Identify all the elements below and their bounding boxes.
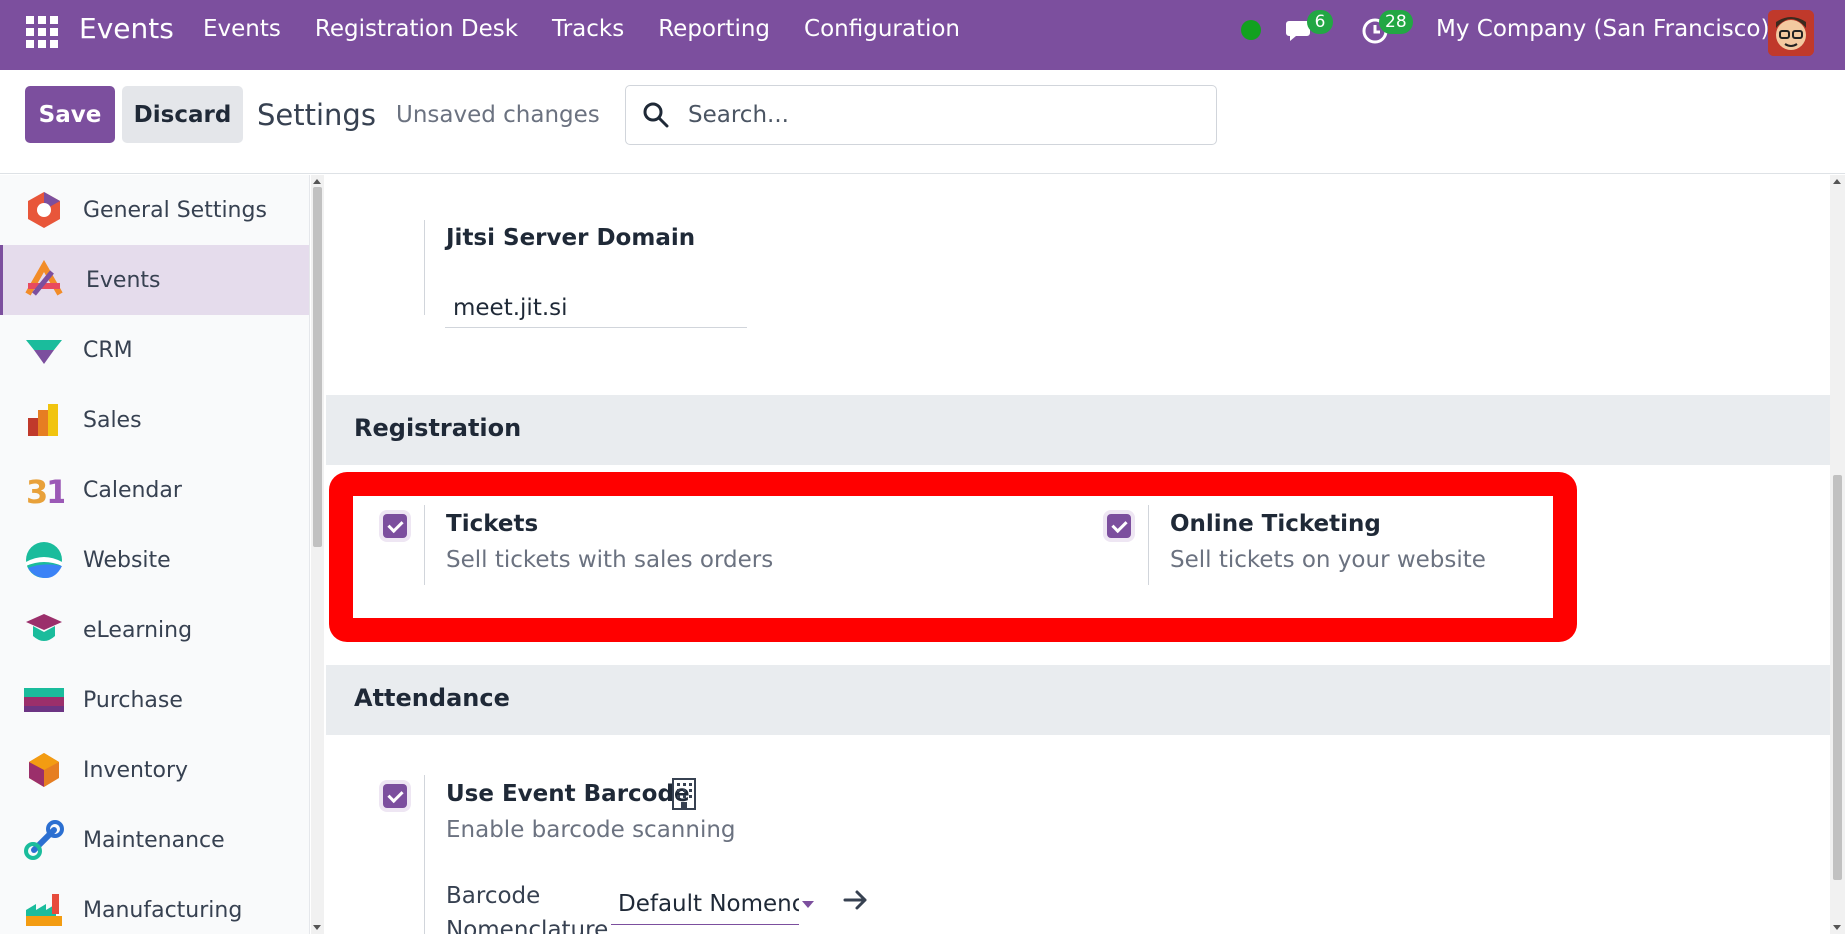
attendance-section-title: Attendance	[354, 684, 510, 712]
sidebar-item-calendar[interactable]: 3 1 Calendar	[0, 455, 309, 525]
sidebar-item-label: Purchase	[83, 687, 183, 713]
attendance-section-header: Attendance	[326, 665, 1830, 735]
event-barcode-label: Use Event Barcode	[446, 781, 690, 807]
main-scrollbar[interactable]	[1830, 175, 1845, 934]
app-brand[interactable]: Events	[79, 12, 174, 45]
sidebar-item-label: Maintenance	[83, 827, 225, 853]
svg-text:3: 3	[26, 473, 48, 510]
sidebar-scrollbar[interactable]	[311, 175, 324, 934]
sidebar-item-label: Website	[83, 547, 171, 573]
sidebar-item-manufacturing[interactable]: Manufacturing	[0, 875, 309, 934]
sidebar-item-label: CRM	[83, 337, 133, 363]
discard-button[interactable]: Discard	[122, 86, 243, 143]
building-icon	[672, 778, 696, 810]
sidebar-item-purchase[interactable]: Purchase	[0, 665, 309, 735]
sidebar-item-general-settings[interactable]: General Settings	[0, 175, 309, 245]
sidebar-item-inventory[interactable]: Inventory	[0, 735, 309, 805]
dropdown-caret-icon	[802, 901, 814, 908]
website-icon	[26, 542, 62, 578]
chat-count-badge: 6	[1307, 10, 1333, 34]
sidebar-item-events[interactable]: Events	[0, 245, 309, 315]
scroll-up-arrow-icon[interactable]	[1833, 179, 1841, 184]
setting-divider	[424, 775, 425, 934]
jitsi-domain-label: Jitsi Server Domain	[446, 225, 696, 251]
company-switcher[interactable]: My Company (San Francisco)	[1436, 16, 1769, 42]
menu-reporting[interactable]: Reporting	[658, 16, 770, 42]
barcode-nomenclature-label-line2: Nomenclature	[446, 917, 609, 934]
setting-divider	[424, 220, 425, 315]
sidebar-item-label: Inventory	[83, 757, 189, 783]
events-icon	[25, 260, 63, 296]
search-icon	[643, 102, 669, 128]
general-settings-icon	[28, 192, 60, 228]
registration-section-title: Registration	[354, 414, 522, 442]
sidebar-item-label: Manufacturing	[83, 897, 243, 923]
save-button[interactable]: Save	[25, 86, 115, 143]
barcode-nomenclature-label-line1: Barcode	[446, 883, 541, 909]
menu-events[interactable]: Events	[203, 16, 281, 42]
menu-tracks[interactable]: Tracks	[552, 16, 624, 42]
registration-section-header: Registration	[326, 395, 1830, 465]
inventory-icon	[29, 753, 59, 787]
search-input[interactable]	[688, 98, 1198, 132]
sidebar-item-label: Sales	[83, 407, 142, 433]
calendar-icon: 3 1	[26, 473, 64, 510]
event-barcode-checkbox[interactable]	[383, 784, 407, 808]
scroll-down-arrow-icon[interactable]	[313, 925, 321, 930]
sidebar-item-maintenance[interactable]: Maintenance	[0, 805, 309, 875]
sidebar-item-elearning[interactable]: eLearning	[0, 595, 309, 665]
search-box[interactable]	[625, 85, 1217, 145]
event-barcode-description: Enable barcode scanning	[446, 817, 736, 843]
sidebar-item-label: General Settings	[83, 197, 267, 223]
top-navbar: Events Events Registration Desk Tracks R…	[0, 0, 1845, 70]
manufacturing-icon	[26, 894, 62, 926]
purchase-icon	[24, 688, 64, 712]
barcode-nomenclature-select[interactable]: Default Nomenc	[611, 885, 799, 925]
sidebar-scrollbar-thumb[interactable]	[313, 187, 322, 547]
sidebar-item-label: Calendar	[83, 477, 182, 503]
arrow-right-icon[interactable]	[843, 889, 869, 911]
sales-icon	[28, 404, 58, 436]
main-menu: Events Registration Desk Tracks Reportin…	[203, 16, 994, 42]
crm-icon	[26, 340, 62, 364]
control-panel: Save Discard Settings Unsaved changes	[0, 70, 1845, 174]
sidebar-item-sales[interactable]: Sales	[0, 385, 309, 455]
sidebar-item-label: eLearning	[83, 617, 193, 643]
sidebar-item-crm[interactable]: CRM	[0, 315, 309, 385]
scroll-down-arrow-icon[interactable]	[1833, 925, 1841, 930]
svg-text:1: 1	[46, 473, 64, 510]
page-title: Settings	[257, 98, 376, 132]
user-avatar[interactable]	[1768, 10, 1814, 56]
app-grid-icon[interactable]	[26, 16, 58, 48]
sidebar-item-website[interactable]: Website	[0, 525, 309, 595]
unsaved-changes-indicator: Unsaved changes	[396, 102, 600, 128]
elearning-icon	[26, 614, 62, 641]
highlight-annotation-box	[329, 472, 1577, 642]
jitsi-domain-input[interactable]	[445, 288, 747, 328]
menu-registration-desk[interactable]: Registration Desk	[315, 16, 518, 42]
online-status-indicator	[1241, 20, 1261, 40]
maintenance-icon	[24, 820, 64, 860]
sidebar-item-label: Events	[86, 267, 161, 293]
scroll-up-arrow-icon[interactable]	[313, 179, 321, 184]
main-scrollbar-thumb[interactable]	[1833, 475, 1842, 880]
settings-main: Jitsi Server Domain Registration Tickets…	[326, 175, 1830, 934]
menu-configuration[interactable]: Configuration	[804, 16, 960, 42]
settings-sidebar: General Settings Events CRM Sales 3 1 Ca…	[0, 175, 310, 934]
activity-count-badge: 28	[1379, 10, 1413, 34]
